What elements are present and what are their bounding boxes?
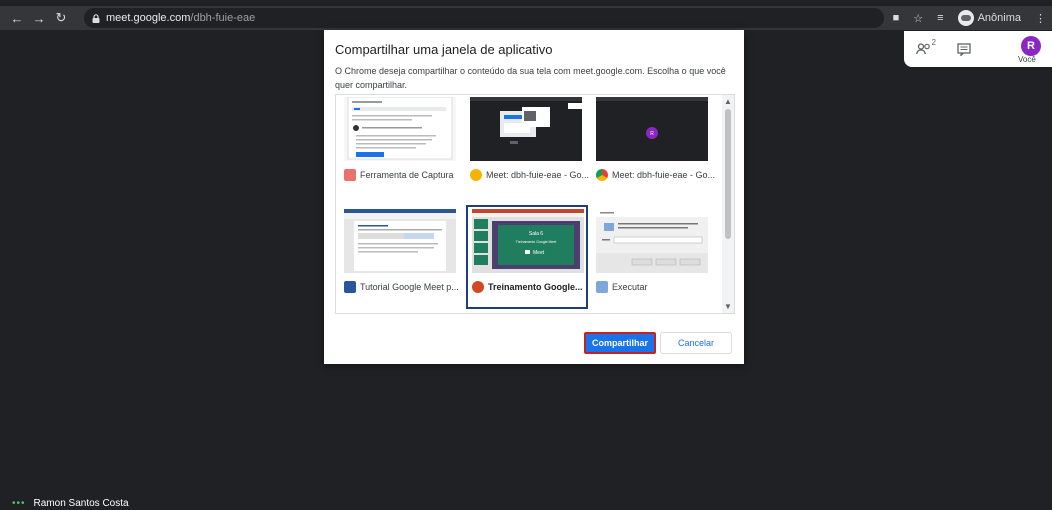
cancel-button[interactable]: Cancelar: [660, 332, 732, 354]
share-button[interactable]: Compartilhar: [584, 332, 656, 354]
participant-name: Ramon Santos Costa: [33, 498, 129, 509]
url-host: meet.google.com: [106, 12, 191, 24]
chrome-icon: [596, 169, 608, 181]
screen: ← → ↻ meet.google.com/dbh-fuie-eae ■ ☆ ≡…: [0, 0, 1052, 510]
url-path: /dbh-fuie-eae: [190, 12, 256, 24]
people-count: 2: [931, 38, 936, 47]
chat-icon[interactable]: [944, 31, 984, 67]
profile-label: Anônima: [977, 12, 1021, 24]
address-bar[interactable]: meet.google.com/dbh-fuie-eae: [84, 8, 884, 28]
window-title: Treinamento Google...: [488, 282, 583, 292]
meet-top-panel: 2 R Você: [904, 31, 1052, 67]
slide-title: Sala 6: [529, 231, 543, 237]
menu-icon[interactable]: ⋮: [1035, 12, 1046, 25]
window-title: Executar: [612, 282, 648, 292]
avatar: R: [1021, 36, 1041, 56]
avatar-caption: Você: [1018, 55, 1036, 64]
browser-toolbar: ← → ↻ meet.google.com/dbh-fuie-eae ■ ☆ ≡…: [0, 6, 1052, 30]
window-thumbnail: Sala 6 Treinamento Google Meet Meet: [472, 209, 584, 273]
slide-subtitle: Treinamento Google Meet: [516, 240, 557, 244]
window-tile[interactable]: R Meet: dbh-fuie-eae - Go...: [592, 95, 715, 199]
window-tile[interactable]: Tutorial Google Meet p...: [340, 207, 462, 311]
window-tile[interactable]: Meet: dbh-fuie-eae - Go...: [466, 95, 589, 199]
scroll-up-icon[interactable]: ▲: [724, 97, 732, 106]
window-title: Meet: dbh-fuie-eae - Go...: [486, 170, 590, 180]
self-avatar[interactable]: R Você: [1018, 36, 1048, 66]
window-title: Tutorial Google Meet p...: [360, 282, 459, 292]
forward-icon[interactable]: →: [30, 9, 48, 27]
window-label: Tutorial Google Meet p...: [344, 281, 459, 293]
window-label: Meet: dbh-fuie-eae - Go...: [596, 169, 715, 181]
scroll-thumb[interactable]: [725, 109, 731, 239]
window-label: Executar: [596, 281, 648, 293]
reload-icon[interactable]: ↻: [52, 9, 70, 27]
reading-list-icon[interactable]: ≡: [937, 12, 943, 24]
window-label: Treinamento Google...: [472, 281, 583, 293]
dialog-title: Compartilhar uma janela de aplicativo: [335, 42, 553, 57]
toolbar-right: ■ ☆ ≡ Anônima ⋮: [893, 6, 1046, 30]
people-icon[interactable]: 2: [904, 31, 944, 67]
window-label: Ferramenta de Captura: [344, 169, 454, 181]
snipping-tool-icon: [344, 169, 356, 181]
slide-meet-label: Meet: [533, 250, 545, 256]
window-thumbnail: [470, 97, 582, 161]
svg-text:R: R: [650, 131, 654, 137]
run-icon: [596, 281, 608, 293]
back-icon[interactable]: ←: [8, 9, 26, 27]
lock-icon: [92, 13, 100, 23]
window-thumbnail: [596, 209, 708, 273]
window-thumbnail: R: [596, 97, 708, 161]
share-window-dialog: Compartilhar uma janela de aplicativo O …: [324, 30, 744, 364]
camera-icon[interactable]: ■: [893, 12, 900, 24]
grid-scrollbar[interactable]: ▲ ▼: [722, 95, 734, 313]
bookmark-star-icon[interactable]: ☆: [913, 12, 923, 25]
profile-button[interactable]: Anônima: [957, 10, 1021, 26]
window-grid: Ferramenta de Captura Meet: dbh-fuie-eae…: [335, 94, 735, 314]
more-dots-icon[interactable]: •••: [12, 498, 26, 509]
window-tile[interactable]: Executar: [592, 207, 714, 311]
window-thumbnail: [344, 209, 456, 273]
window-tile[interactable]: Ferramenta de Captura: [340, 95, 462, 199]
powerpoint-icon: [472, 281, 484, 293]
word-icon: [344, 281, 356, 293]
window-title: Meet: dbh-fuie-eae - Go...: [612, 170, 716, 180]
incognito-icon: [957, 10, 974, 26]
dialog-description: O Chrome deseja compartilhar o conteúdo …: [335, 66, 726, 90]
chrome-canary-icon: [470, 169, 482, 181]
window-thumbnail: [344, 97, 456, 161]
participant-indicator: ••• Ramon Santos Costa: [12, 498, 129, 509]
window-tile-selected[interactable]: Sala 6 Treinamento Google Meet Meet Trei…: [466, 205, 588, 309]
scroll-down-icon[interactable]: ▼: [724, 302, 732, 311]
window-label: Meet: dbh-fuie-eae - Go...: [470, 169, 589, 181]
window-title: Ferramenta de Captura: [360, 170, 454, 180]
